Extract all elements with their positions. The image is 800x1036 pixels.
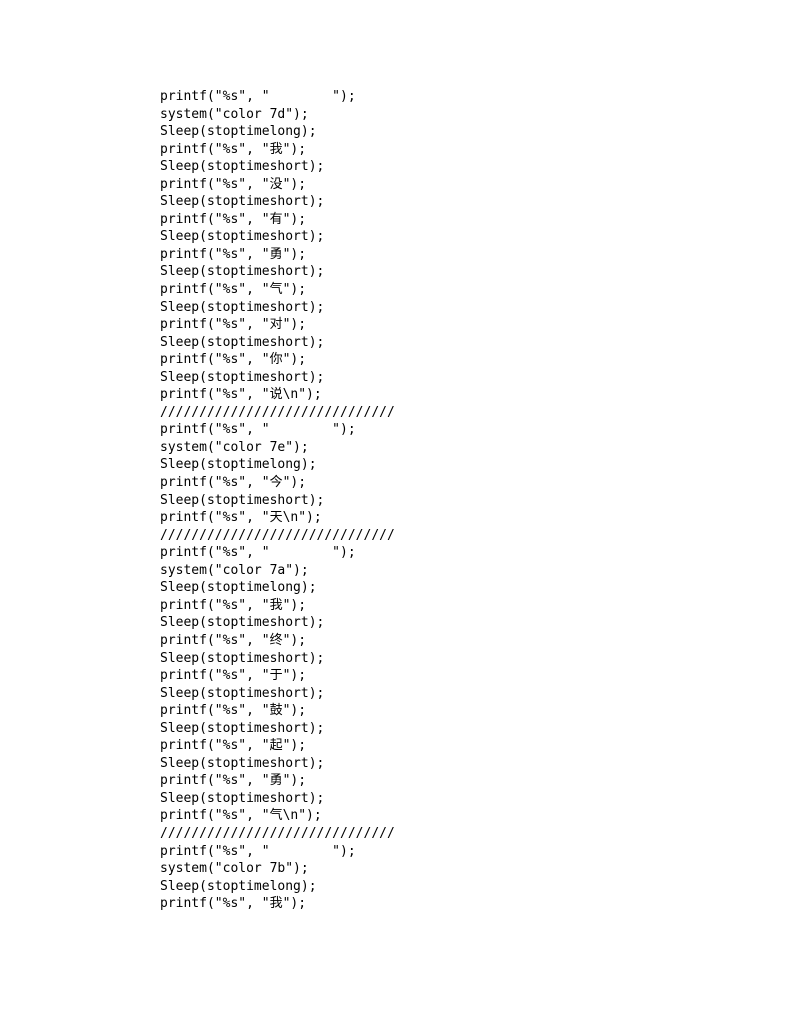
code-line: printf("%s", "起"); [160, 737, 800, 755]
code-line: Sleep(stoptimelong); [160, 579, 800, 597]
code-line: printf("%s", "勇"); [160, 246, 800, 264]
code-line: printf("%s", " "); [160, 843, 800, 861]
code-line: printf("%s", "我"); [160, 895, 800, 913]
code-line: Sleep(stoptimelong); [160, 123, 800, 141]
code-line: printf("%s", "对"); [160, 316, 800, 334]
code-line: Sleep(stoptimeshort); [160, 263, 800, 281]
code-line: Sleep(stoptimeshort); [160, 755, 800, 773]
code-line: printf("%s", " "); [160, 544, 800, 562]
code-line: printf("%s", "今"); [160, 474, 800, 492]
code-line: printf("%s", "没"); [160, 176, 800, 194]
code-line: printf("%s", "我"); [160, 141, 800, 159]
code-line: Sleep(stoptimeshort); [160, 720, 800, 738]
code-line: Sleep(stoptimeshort); [160, 492, 800, 510]
code-line: printf("%s", "我"); [160, 597, 800, 615]
code-line: printf("%s", "气"); [160, 281, 800, 299]
code-line: Sleep(stoptimelong); [160, 456, 800, 474]
code-line: printf("%s", "天\n"); [160, 509, 800, 527]
code-line: system("color 7d"); [160, 106, 800, 124]
code-line: Sleep(stoptimeshort); [160, 158, 800, 176]
code-line: printf("%s", "鼓"); [160, 702, 800, 720]
code-line: system("color 7b"); [160, 860, 800, 878]
code-line: system("color 7e"); [160, 439, 800, 457]
code-line: ////////////////////////////// [160, 404, 800, 422]
code-line: printf("%s", "勇"); [160, 772, 800, 790]
code-line: Sleep(stoptimeshort); [160, 193, 800, 211]
code-line: printf("%s", "于"); [160, 667, 800, 685]
code-line: Sleep(stoptimeshort); [160, 369, 800, 387]
code-line: ////////////////////////////// [160, 825, 800, 843]
code-line: printf("%s", "气\n"); [160, 807, 800, 825]
code-line: Sleep(stoptimelong); [160, 878, 800, 896]
code-line: Sleep(stoptimeshort); [160, 334, 800, 352]
code-line: Sleep(stoptimeshort); [160, 228, 800, 246]
code-line: Sleep(stoptimeshort); [160, 790, 800, 808]
code-line: printf("%s", " "); [160, 88, 800, 106]
code-line: Sleep(stoptimeshort); [160, 299, 800, 317]
code-document: printf("%s", " "); system("color 7d"); S… [0, 0, 800, 1036]
code-line: printf("%s", "说\n"); [160, 386, 800, 404]
code-line: system("color 7a"); [160, 562, 800, 580]
code-line: ////////////////////////////// [160, 527, 800, 545]
code-line: Sleep(stoptimeshort); [160, 614, 800, 632]
code-line: printf("%s", " "); [160, 421, 800, 439]
code-line: Sleep(stoptimeshort); [160, 685, 800, 703]
code-line: printf("%s", "你"); [160, 351, 800, 369]
code-line: printf("%s", "有"); [160, 211, 800, 229]
code-line: printf("%s", "终"); [160, 632, 800, 650]
code-line: Sleep(stoptimeshort); [160, 650, 800, 668]
